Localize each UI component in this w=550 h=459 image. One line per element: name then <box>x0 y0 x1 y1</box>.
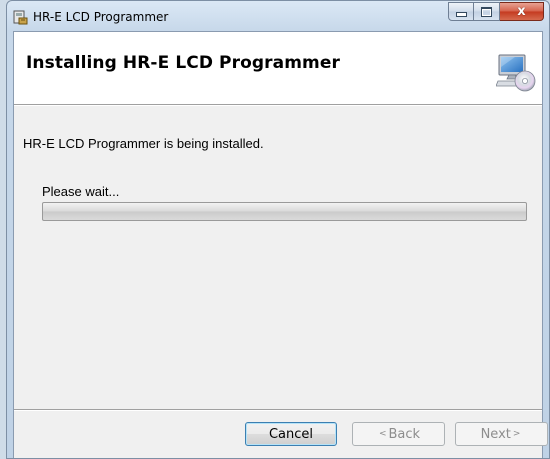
cancel-button[interactable]: Cancel <box>245 422 337 446</box>
dialog-header: Installing HR-E LCD Programmer <box>14 32 542 104</box>
title-bar[interactable]: HR-E LCD Programmer x <box>7 1 549 31</box>
status-text: HR-E LCD Programmer is being installed. <box>23 136 264 151</box>
close-icon: x <box>517 4 526 19</box>
wait-label: Please wait... <box>42 184 120 199</box>
next-arrow-icon: > <box>512 429 521 439</box>
dialog-client-area: Installing HR-E LCD Programmer HR-E LCD … <box>13 31 548 458</box>
cancel-button-label: Cancel <box>268 426 314 442</box>
next-button[interactable]: Next > <box>455 422 548 446</box>
close-button[interactable]: x <box>500 2 544 21</box>
back-button-label: Back <box>388 426 421 442</box>
window-title: HR-E LCD Programmer <box>33 10 169 24</box>
maximize-button[interactable] <box>474 2 500 21</box>
minimize-icon <box>455 12 467 17</box>
back-arrow-icon: < <box>378 429 387 439</box>
computer-cd-icon <box>495 52 536 92</box>
installer-window: HR-E LCD Programmer x Installing HR-E LC… <box>6 0 550 459</box>
window-controls: x <box>448 2 544 22</box>
page-title: Installing HR-E LCD Programmer <box>26 53 340 73</box>
header-divider <box>14 104 542 106</box>
installer-app-icon <box>13 9 29 25</box>
next-button-label: Next <box>480 426 511 442</box>
install-progress-bar <box>42 202 527 221</box>
maximize-icon <box>481 6 492 17</box>
footer-divider <box>14 409 542 411</box>
back-button[interactable]: < Back <box>352 422 445 446</box>
minimize-button[interactable] <box>448 2 474 21</box>
